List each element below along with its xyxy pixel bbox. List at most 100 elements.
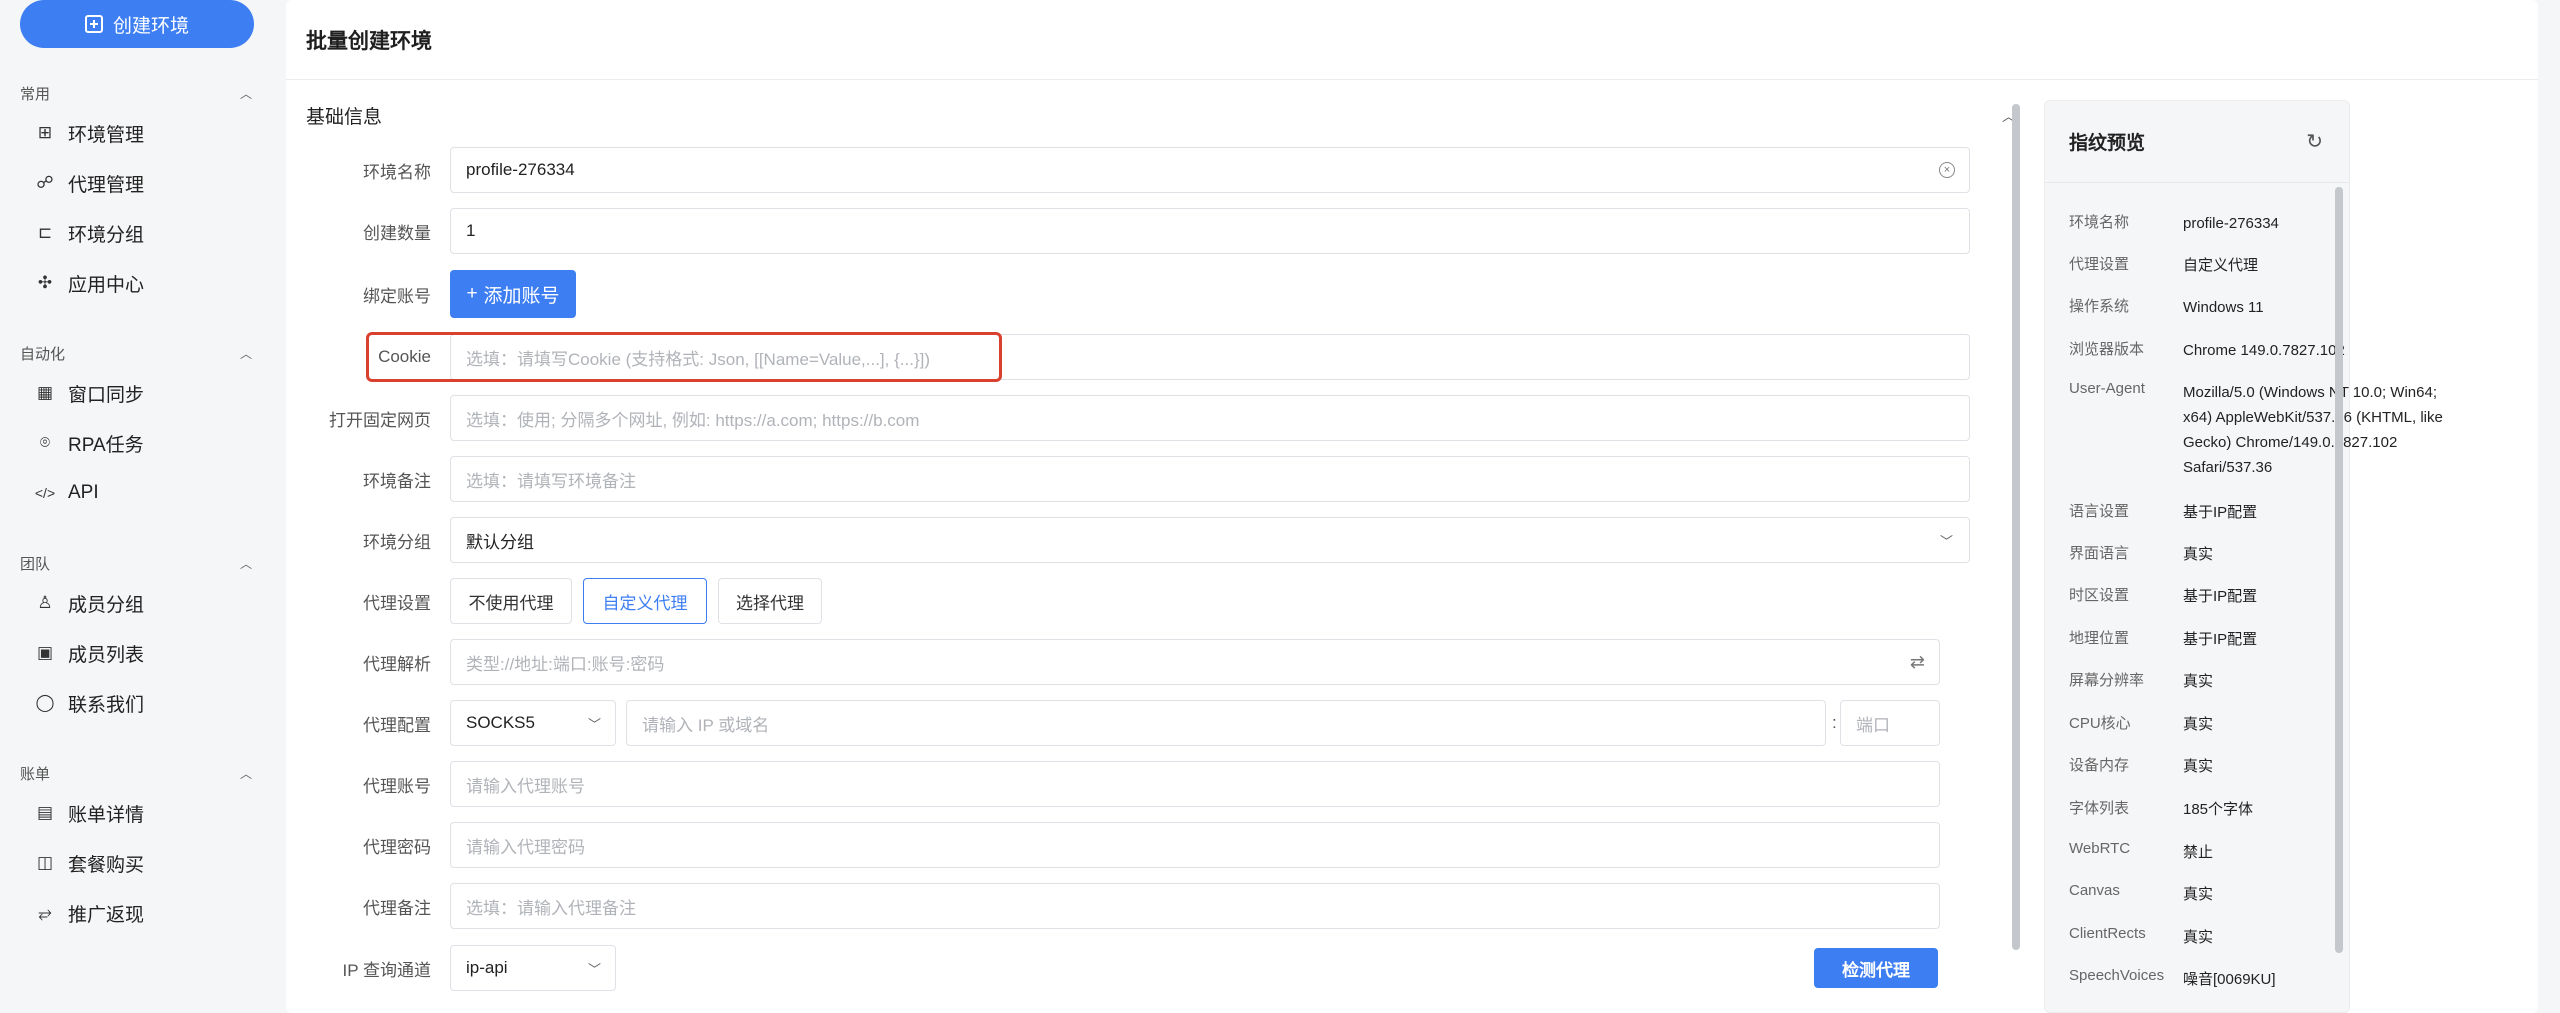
fingerprint-scrollbar-thumb[interactable] [2335,187,2343,953]
proxy-type-select[interactable]: SOCKS5 ﹀ [450,700,616,746]
swap-icon[interactable]: ⇄ [1910,652,1925,673]
proxy-parse-input[interactable]: 类型://地址:端口:账号:密码 ⇄ [450,639,1940,685]
grid-icon: ⊞ [37,123,53,142]
env-name-input[interactable]: profile-276334 × [450,147,1970,193]
proxy-note-placeholder: 选填：请输入代理备注 [466,898,636,918]
refresh-icon[interactable]: ↻ [2306,129,2323,154]
proxy-custom-button[interactable]: 自定义代理 [583,578,707,624]
fingerprint-value: 真实 [2183,886,2214,903]
nav-group-common: 常用 ︿ ⊞ 环境管理 ☍ 代理管理 ⊏ 环境分组 ✣ 应用中心 [0,78,272,308]
nav-group-header[interactable]: 账单 ︿ [0,758,272,788]
proxy-note-input[interactable]: 选填：请输入代理备注 [450,883,1940,929]
sidebar-item-api[interactable]: </> API [0,468,272,518]
fingerprint-row: 屏幕分辨率 真实 [2069,669,2473,694]
fingerprint-value: 自定义代理 [2183,257,2259,274]
sidebar-item-label: 联系我们 [68,694,145,716]
add-account-button[interactable]: + 添加账号 [450,270,576,318]
sidebar-item-label: API [68,482,99,503]
table-icon: ▦ [36,383,54,402]
proxy-select-button[interactable]: 选择代理 [718,578,822,624]
fingerprint-key: WebRTC [2069,840,2131,857]
proxy-option-label: 自定义代理 [602,593,688,613]
proxy-option-label: 选择代理 [736,593,804,613]
fingerprint-row: 代理设置 自定义代理 [2069,253,2473,278]
sidebar-item-label: 账单详情 [68,804,145,826]
fingerprint-key: 代理设置 [2069,256,2130,273]
nav-group-title: 自动化 [20,345,66,363]
colon-separator: : [1832,713,1837,732]
fingerprint-value: 基于IP配置 [2183,631,2258,648]
fingerprint-row: CPU核心 真实 [2069,712,2473,737]
fingerprint-key: SpeechVoices [2069,967,2165,984]
sidebar: 创建环境 常用 ︿ ⊞ 环境管理 ☍ 代理管理 ⊏ 环境分组 ✣ 应用中心 自动化 ︿ ▦ 窗… [0,0,272,1013]
fingerprint-row: 浏览器版本 Chrome 149.0.7827.102 [2069,338,2473,363]
proxy-type-value: SOCKS5 [466,713,535,732]
chevron-up-icon: ︿ [239,766,252,781]
ip-channel-select[interactable]: ip-api ﹀ [450,945,616,991]
fingerprint-value: 185个字体 [2183,801,2254,818]
row-open-pages: 打开固定网页 选填：使用; 分隔多个网址, 例如: https://a.com;… [286,394,1970,442]
create-environment-button[interactable]: 创建环境 [20,0,254,48]
sidebar-item-app-center[interactable]: ✣ 应用中心 [0,258,272,308]
rebate-icon: ⥂ [38,903,52,922]
sidebar-item-member-list[interactable]: ▣ 成员列表 [0,628,272,678]
form-scrollbar[interactable] [2012,104,2020,950]
nav-group-header[interactable]: 团队 ︿ [0,548,272,578]
env-note-input[interactable]: 选填：请填写环境备注 [450,456,1970,502]
fingerprint-title: 指纹预览 [2069,133,2146,154]
nav-group-automation: 自动化 ︿ ▦ 窗口同步 ⌾ RPA任务 </> API [0,338,272,518]
fingerprint-row: 设备内存 真实 [2069,754,2473,779]
sidebar-item-rebate[interactable]: ⥂ 推广返现 [0,888,272,938]
target-icon: ⌾ [39,433,51,452]
row-proxy-account: 代理账号 请输入代理账号 [286,760,1940,808]
sidebar-item-rpa[interactable]: ⌾ RPA任务 [0,418,272,468]
row-proxy-password: 代理密码 请输入代理密码 [286,821,1940,869]
nav-group-billing: 账单 ︿ ▤ 账单详情 ◫ 套餐购买 ⥂ 推广返现 [0,758,272,938]
fingerprint-row: 字体列表 185个字体 [2069,797,2473,822]
sidebar-item-env-group[interactable]: ⊏ 环境分组 [0,208,272,258]
form-scrollbar-thumb[interactable] [2012,104,2020,950]
sidebar-item-plan-purchase[interactable]: ◫ 套餐购买 [0,838,272,888]
nav-group-header[interactable]: 自动化 ︿ [0,338,272,368]
create-environment-label: 创建环境 [112,15,189,37]
sidebar-item-bill-detail[interactable]: ▤ 账单详情 [0,788,272,838]
env-name-value: profile-276334 [466,160,575,179]
chevron-down-icon: ﹀ [587,716,601,732]
fingerprint-value: 基于IP配置 [2183,588,2258,605]
env-group-select[interactable]: 默认分组 ﹀ [450,517,1970,563]
check-proxy-button[interactable]: 检测代理 [1814,948,1938,988]
proxy-account-label: 代理账号 [363,776,431,796]
fingerprint-value: 真实 [2183,546,2214,563]
sidebar-item-proxy-manage[interactable]: ☍ 代理管理 [0,158,272,208]
fingerprint-value: 真实 [2183,929,2214,946]
fingerprint-value: 真实 [2183,716,2214,733]
bind-account-label: 绑定账号 [363,286,431,306]
proxy-account-input[interactable]: 请输入代理账号 [450,761,1940,807]
proxy-none-button[interactable]: 不使用代理 [450,578,572,624]
sidebar-item-window-sync[interactable]: ▦ 窗口同步 [0,368,272,418]
fingerprint-scrollbar[interactable] [2335,187,2343,953]
sidebar-item-label: 代理管理 [68,174,145,196]
proxy-host-input[interactable]: 请输入 IP 或域名 [626,700,1826,746]
sidebar-item-label: RPA任务 [68,434,144,456]
row-proxy-setting: 代理设置 不使用代理 自定义代理 选择代理 [286,577,822,625]
open-pages-input[interactable]: 选填：使用; 分隔多个网址, 例如: https://a.com; https:… [450,395,1970,441]
plus-square-icon [84,15,103,33]
proxy-port-input[interactable]: 端口 [1840,700,1940,746]
sidebar-item-contact[interactable]: ◯ 联系我们 [0,678,272,728]
fingerprint-value: Windows 11 [2183,299,2264,316]
nav-group-header[interactable]: 常用 ︿ [0,78,272,108]
fingerprint-value: profile-276334 [2183,215,2279,232]
row-env-note: 环境备注 选填：请填写环境备注 [286,455,1970,503]
proxy-password-input[interactable]: 请输入代理密码 [450,822,1940,868]
count-input[interactable]: 1 [450,208,1970,254]
proxy-port-placeholder: 端口 [1856,715,1890,735]
fingerprint-row: 环境名称 profile-276334 [2069,211,2473,236]
puzzle-icon: ✣ [37,273,53,292]
sidebar-item-member-group[interactable]: ♙ 成员分组 [0,578,272,628]
row-env-group: 环境分组 默认分组 ﹀ [286,516,1970,564]
fingerprint-key: 时区设置 [2069,587,2130,604]
section-header-basic-info[interactable]: 基础信息 ︿ [306,100,2015,130]
clear-icon[interactable]: × [1939,162,1955,178]
sidebar-item-env-manage[interactable]: ⊞ 环境管理 [0,108,272,158]
